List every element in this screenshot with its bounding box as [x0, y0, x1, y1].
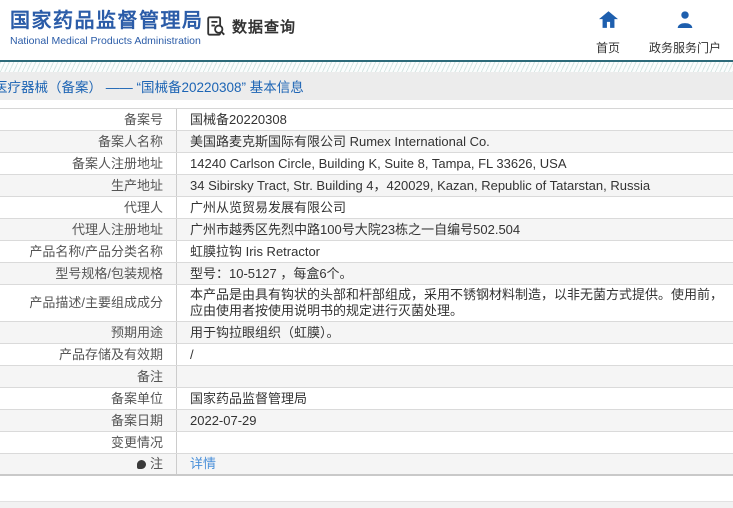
- row-label-cell: 备案日期: [0, 410, 177, 431]
- row-label-cell: 产品名称/产品分类名称: [0, 241, 177, 262]
- row-label-cell: 备案人注册地址: [0, 153, 177, 174]
- row-value: 国械备20220308: [190, 111, 287, 127]
- row-label-cell: 预期用途: [0, 322, 177, 343]
- row-label: 产品描述/主要组成成分: [29, 295, 163, 310]
- nav-home-label: 首页: [595, 41, 620, 55]
- table-row: 备案人注册地址 14240 Carlson Circle, Building K,…: [0, 153, 733, 175]
- row-value-cell: [177, 432, 733, 453]
- table-row: 生产地址 34 Sibirsky Tract, Str. Building 4，4…: [0, 175, 733, 197]
- row-label: 变更情况: [110, 434, 163, 450]
- row-value-cell: 34 Sibirsky Tract, Str. Building 4，42002…: [177, 175, 733, 196]
- data-query-label: 数据查询: [232, 18, 297, 36]
- nav-home[interactable]: 首页: [577, 11, 639, 56]
- table-row: 变更情况: [0, 432, 733, 454]
- row-label: 备案号: [123, 111, 163, 127]
- row-label-cell: 备案号: [0, 109, 177, 130]
- row-label: 备案人名称: [97, 133, 163, 149]
- table-row: 型号规格/包装规格 型号：10-5127 ，每盒6个。: [0, 263, 733, 285]
- page-header: 国家药品监督管理局 National Medical Products Admi…: [0, 0, 733, 60]
- row-value-cell: 虹膜拉钩 Iris Retractor: [177, 241, 733, 262]
- hatch-band: [0, 62, 733, 72]
- row-value-cell: 国械备20220308: [177, 109, 733, 130]
- spacer: [0, 100, 733, 108]
- row-value-cell: 本产品是由具有钩状的头部和杆部组成，采用不锈钢材料制造，以非无菌方式提供。使用前…: [177, 285, 733, 321]
- table-row: 产品名称/产品分类名称 虹膜拉钩 Iris Retractor: [0, 241, 733, 263]
- row-value: 用于钩拉眼组织（虹膜）。: [190, 324, 340, 340]
- note-icon: [136, 459, 146, 469]
- breadcrumb: 医疗器械（备案） —— “国械备20220308” 基本信息: [0, 80, 304, 95]
- row-value-cell: [177, 366, 733, 387]
- top-nav: 首页 政务服务门户: [577, 11, 731, 56]
- row-label-cell: 型号规格/包装规格: [0, 263, 177, 284]
- info-table: 备案号 国械备20220308 备案人名称 美国路麦克斯国际有限公司 Rumex In…: [0, 108, 733, 476]
- detail-link[interactable]: 详情: [190, 456, 216, 472]
- row-value-cell: 广州从览贸易发展有限公司: [177, 197, 733, 218]
- row-label-cell: 备注: [0, 366, 177, 387]
- table-row: 预期用途 用于钩拉眼组织（虹膜）。: [0, 322, 733, 344]
- table-row: 备案单位 国家药品监督管理局: [0, 388, 733, 410]
- row-value: 本产品是由具有钩状的头部和杆部组成，采用不锈钢材料制造，以非无菌方式提供。使用前…: [190, 287, 724, 318]
- row-label: 备注: [136, 368, 163, 384]
- row-label: 型号规格/包装规格: [55, 265, 163, 281]
- row-label-cell: 注: [0, 454, 177, 474]
- row-label-cell: 代理人注册地址: [0, 219, 177, 240]
- table-row: 产品存储及有效期 /: [0, 344, 733, 366]
- home-icon: [598, 11, 618, 33]
- logo-title: 国家药品监督管理局: [10, 10, 204, 32]
- row-value: 广州市越秀区先烈中路100号大院23栋之一自编号502.504: [190, 221, 521, 237]
- row-label-cell: 备案人名称: [0, 131, 177, 152]
- person-icon: [676, 11, 694, 33]
- data-query-title: 数据查询: [205, 15, 296, 37]
- row-value: /: [190, 346, 194, 362]
- row-value-cell: 14240 Carlson Circle, Building K, Suite …: [177, 153, 733, 174]
- row-value: 美国路麦克斯国际有限公司 Rumex International Co.: [190, 133, 490, 149]
- breadcrumb-bar: 医疗器械（备案） —— “国械备20220308” 基本信息: [0, 72, 733, 100]
- logo-subtitle: National Medical Products Administration: [10, 35, 201, 47]
- row-label: 代理人: [123, 199, 163, 215]
- row-value-cell: 国家药品监督管理局: [177, 388, 733, 409]
- row-label: 预期用途: [110, 324, 163, 340]
- nav-gov-portal-label: 政务服务门户: [648, 41, 721, 55]
- row-value-cell: 用于钩拉眼组织（虹膜）。: [177, 322, 733, 343]
- row-label: 备案日期: [110, 412, 163, 428]
- row-value-cell: 型号：10-5127 ，每盒6个。: [177, 263, 733, 284]
- table-row: 代理人 广州从览贸易发展有限公司: [0, 197, 733, 219]
- table-row: 产品描述/主要组成成分 本产品是由具有钩状的头部和杆部组成，采用不锈钢材料制造，以…: [0, 285, 733, 322]
- table-row: 注 详情: [0, 454, 733, 476]
- table-row: 代理人注册地址 广州市越秀区先烈中路100号大院23栋之一自编号502.504: [0, 219, 733, 241]
- nmpa-logo[interactable]: 国家药品监督管理局 National Medical Products Admi…: [10, 10, 204, 47]
- row-label: 备案单位: [110, 390, 163, 406]
- row-value-cell: 2022-07-29: [177, 410, 733, 431]
- row-value: 2022-07-29: [190, 412, 257, 428]
- row-label: 代理人注册地址: [71, 221, 163, 237]
- row-label: 产品存储及有效期: [58, 346, 163, 362]
- row-value: 14240 Carlson Circle, Building K, Suite …: [190, 155, 567, 171]
- row-label-cell: 生产地址: [0, 175, 177, 196]
- row-value: 型号：10-5127 ，每盒6个。: [190, 265, 353, 281]
- row-value: 虹膜拉钩 Iris Retractor: [190, 243, 321, 259]
- row-value-cell: 美国路麦克斯国际有限公司 Rumex International Co.: [177, 131, 733, 152]
- document-search-icon: [205, 15, 227, 37]
- table-row: 备注: [0, 366, 733, 388]
- row-label: 注: [149, 456, 163, 471]
- row-value-cell: /: [177, 344, 733, 365]
- row-label-cell: 代理人: [0, 197, 177, 218]
- table-row: 备案人名称 美国路麦克斯国际有限公司 Rumex International Co…: [0, 131, 733, 153]
- row-value-cell: 广州市越秀区先烈中路100号大院23栋之一自编号502.504: [177, 219, 733, 240]
- row-label-cell: 备案单位: [0, 388, 177, 409]
- row-label: 备案人注册地址: [71, 155, 163, 171]
- row-label-cell: 变更情况: [0, 432, 177, 453]
- nav-gov-portal[interactable]: 政务服务门户: [639, 11, 731, 56]
- table-row: 备案日期 2022-07-29: [0, 410, 733, 432]
- row-value-cell: 详情: [177, 454, 733, 474]
- row-value: 国家药品监督管理局: [190, 390, 308, 406]
- row-label: 生产地址: [110, 177, 163, 193]
- row-label-cell: 产品描述/主要组成成分: [0, 285, 177, 321]
- row-value: 广州从览贸易发展有限公司: [190, 199, 347, 215]
- row-value: 34 Sibirsky Tract, Str. Building 4，42002…: [190, 177, 651, 193]
- row-label: 产品名称/产品分类名称: [29, 243, 163, 259]
- footer-strip: [0, 501, 733, 508]
- row-label-cell: 产品存储及有效期: [0, 344, 177, 365]
- table-row: 备案号 国械备20220308: [0, 109, 733, 131]
